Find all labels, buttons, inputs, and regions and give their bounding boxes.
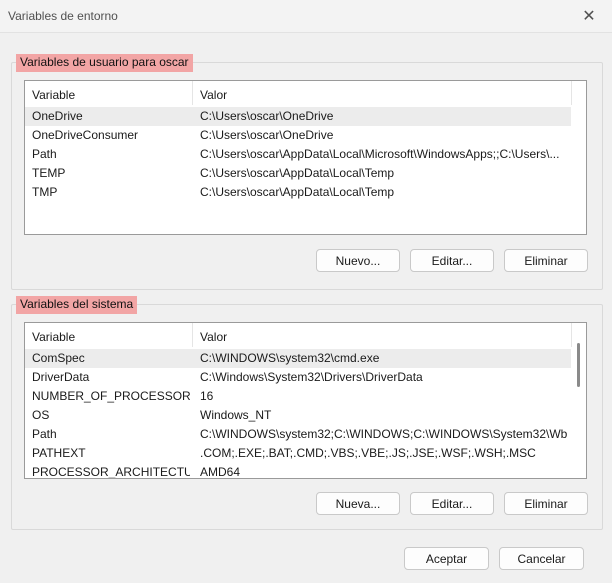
row-value: C:\Users\oscar\OneDrive	[200, 128, 334, 142]
table-row[interactable]: NUMBER_OF_PROCESSORS 16	[25, 387, 571, 406]
table-row[interactable]: DriverData C:\Windows\System32\Drivers\D…	[25, 368, 571, 387]
row-variable: Path	[32, 427, 57, 441]
edit-system-variable-button[interactable]: Editar...	[410, 492, 494, 515]
table-row[interactable]: OneDriveConsumer C:\Users\oscar\OneDrive	[25, 126, 571, 145]
table-row[interactable]: PROCESSOR_ARCHITECTURE AMD64	[25, 463, 571, 479]
row-value: C:\Users\oscar\AppData\Local\Microsoft\W…	[200, 147, 560, 161]
vertical-scrollbar[interactable]	[572, 323, 586, 478]
row-value: C:\Windows\System32\Drivers\DriverData	[200, 370, 423, 384]
column-divider[interactable]	[192, 323, 193, 347]
row-variable: NUMBER_OF_PROCESSORS	[32, 389, 190, 403]
new-user-variable-button[interactable]: Nuevo...	[316, 249, 400, 272]
table-row[interactable]: PATHEXT .COM;.EXE;.BAT;.CMD;.VBS;.VBE;.J…	[25, 444, 571, 463]
table-row[interactable]: TEMP C:\Users\oscar\AppData\Local\Temp	[25, 164, 571, 183]
close-button[interactable]: ✕	[566, 0, 612, 32]
cancel-button[interactable]: Cancelar	[499, 547, 584, 570]
table-row[interactable]: Path C:\Users\oscar\AppData\Local\Micros…	[25, 145, 571, 164]
row-value: Windows_NT	[200, 408, 272, 422]
table-row[interactable]: OneDrive C:\Users\oscar\OneDrive	[25, 107, 571, 126]
table-row[interactable]: ComSpec C:\WINDOWS\system32\cmd.exe	[25, 349, 571, 368]
scrollbar-thumb[interactable]	[577, 343, 580, 387]
accept-button[interactable]: Aceptar	[404, 547, 489, 570]
row-variable: ComSpec	[32, 351, 85, 365]
system-variables-group: Variables del sistema Variable Valor Com…	[11, 296, 603, 530]
row-variable: Path	[32, 147, 57, 161]
list-header: Variable Valor	[25, 81, 586, 107]
edit-user-variable-button[interactable]: Editar...	[410, 249, 494, 272]
table-row[interactable]: Path C:\WINDOWS\system32;C:\WINDOWS;C:\W…	[25, 425, 571, 444]
title-bar: Variables de entorno ✕	[0, 0, 612, 33]
column-header-variable[interactable]: Variable	[32, 88, 75, 102]
row-variable: PATHEXT	[32, 446, 86, 460]
row-value: C:\WINDOWS\system32\cmd.exe	[200, 351, 380, 365]
user-variables-group: Variables de usuario para oscar Variable…	[11, 54, 603, 290]
row-value: C:\WINDOWS\system32;C:\WINDOWS;C:\WINDOW…	[200, 427, 568, 441]
row-variable: DriverData	[32, 370, 90, 384]
column-divider[interactable]	[571, 81, 572, 105]
list-header: Variable Valor	[25, 323, 586, 349]
delete-system-variable-button[interactable]: Eliminar	[504, 492, 588, 515]
row-variable: OneDrive	[32, 109, 83, 123]
row-variable: TEMP	[32, 166, 66, 180]
user-variables-list[interactable]: Variable Valor OneDrive C:\Users\oscar\O…	[24, 80, 587, 235]
row-value: 16	[200, 389, 214, 403]
row-value: .COM;.EXE;.BAT;.CMD;.VBS;.VBE;.JS;.JSE;.…	[200, 446, 536, 460]
column-header-variable[interactable]: Variable	[32, 330, 75, 344]
table-row[interactable]: OS Windows_NT	[25, 406, 571, 425]
row-variable: TMP	[32, 185, 58, 199]
user-variables-label: Variables de usuario para oscar	[16, 54, 193, 72]
new-system-variable-button[interactable]: Nueva...	[316, 492, 400, 515]
row-variable: OneDriveConsumer	[32, 128, 139, 142]
row-variable: PROCESSOR_ARCHITECTURE	[32, 465, 190, 479]
row-value: C:\Users\oscar\AppData\Local\Temp	[200, 166, 395, 180]
row-value: AMD64	[200, 465, 241, 479]
row-variable: OS	[32, 408, 50, 422]
column-header-value[interactable]: Valor	[200, 330, 227, 344]
system-variables-label: Variables del sistema	[16, 296, 138, 314]
column-header-value[interactable]: Valor	[200, 88, 227, 102]
window-title: Variables de entorno	[8, 9, 118, 23]
close-icon: ✕	[582, 8, 596, 25]
row-value: C:\Users\oscar\AppData\Local\Temp	[200, 185, 395, 199]
table-row[interactable]: TMP C:\Users\oscar\AppData\Local\Temp	[25, 183, 571, 202]
row-value: C:\Users\oscar\OneDrive	[200, 109, 334, 123]
delete-user-variable-button[interactable]: Eliminar	[504, 249, 588, 272]
system-variables-list[interactable]: Variable Valor ComSpec C:\WINDOWS\system…	[24, 322, 587, 479]
column-divider[interactable]	[192, 81, 193, 105]
